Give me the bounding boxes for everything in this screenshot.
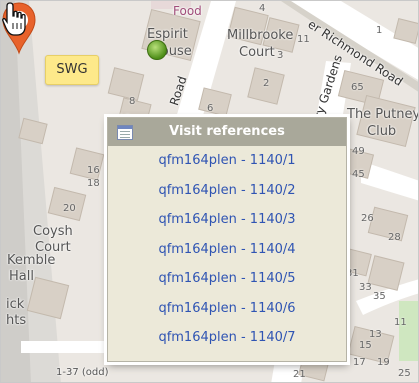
visit-reference-link[interactable]: qfm164plen - 1140/7	[108, 323, 346, 353]
house-number: 21	[293, 369, 306, 380]
house-number: 18	[87, 178, 100, 189]
visit-reference-link[interactable]: qfm164plen - 1140/5	[108, 264, 346, 294]
house-number: 4	[259, 3, 266, 14]
house-number: 28	[388, 232, 401, 243]
visit-reference-link[interactable]: qfm164plen - 1140/6	[108, 294, 346, 324]
green-location-marker[interactable]	[147, 40, 167, 60]
popup-title: Visit references	[169, 124, 285, 139]
house-number: 1	[376, 25, 383, 36]
map-label-coysh: Coysh	[33, 224, 73, 239]
map-canvas[interactable]: Food Espirit House Millbrooke Court The …	[0, 0, 419, 383]
visit-references-popup: Visit references qfm164plen - 1140/1 qfm…	[107, 117, 347, 362]
house-number: 11	[297, 34, 310, 45]
map-label-putney: The Putney	[347, 107, 419, 122]
house-number: 11	[394, 317, 407, 328]
table-icon	[117, 125, 133, 140]
visit-reference-link[interactable]: qfm164plen - 1140/4	[108, 235, 346, 265]
house-number: 20	[63, 203, 76, 214]
house-number: 31	[346, 268, 359, 279]
map-label-millbrooke-court: Court	[239, 45, 275, 60]
marker-label-swg[interactable]: SWG	[45, 55, 99, 85]
visit-reference-link[interactable]: qfm164plen - 1140/1	[108, 146, 346, 176]
map-label-ick: ick	[6, 297, 25, 312]
house-number: 3	[277, 50, 284, 61]
house-number: 17	[353, 357, 366, 368]
map-label-kemble: Kemble	[7, 253, 56, 268]
house-number: 45	[352, 169, 365, 180]
hand-cursor-icon	[2, 2, 26, 36]
map-label-hall: Hall	[9, 269, 34, 284]
house-number: 65	[351, 82, 364, 93]
popup-header: Visit references	[108, 118, 346, 146]
house-number: 19	[377, 357, 390, 368]
house-number: 2	[263, 78, 270, 89]
map-label-hts: hts	[6, 313, 27, 328]
visit-reference-link[interactable]: qfm164plen - 1140/3	[108, 205, 346, 235]
house-number: 35	[373, 291, 386, 302]
house-number: 26	[361, 213, 374, 224]
house-number: 8	[129, 96, 136, 107]
house-number: 13	[369, 329, 382, 340]
house-number: 15	[359, 340, 372, 351]
map-label-odd: 1-37 (odd)	[56, 367, 109, 378]
house-number: 16	[87, 165, 100, 176]
house-number: 25	[398, 368, 411, 379]
map-label-millbrooke: Millbrooke	[227, 28, 294, 43]
visit-reference-link[interactable]: qfm164plen - 1140/2	[108, 176, 346, 206]
visit-reference-list: qfm164plen - 1140/1 qfm164plen - 1140/2 …	[108, 146, 346, 353]
house-number: 33	[359, 282, 372, 293]
map-label-club: Club	[367, 124, 397, 139]
house-number: 6	[207, 103, 214, 114]
map-label-food: Food	[173, 4, 202, 18]
house-number: 49	[352, 146, 365, 157]
